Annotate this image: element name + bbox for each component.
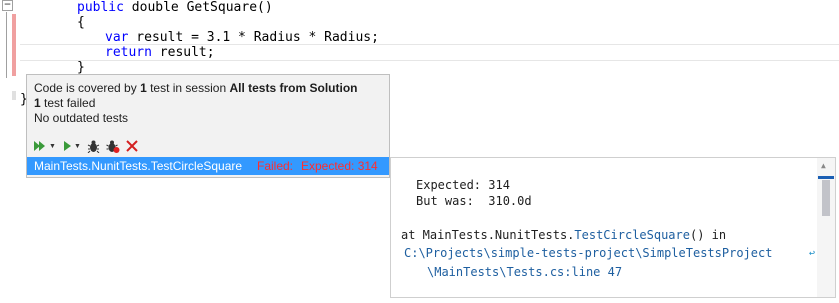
popup-toolbar: ▼ ▼: [33, 138, 144, 154]
outdated-summary: No outdated tests: [34, 111, 129, 125]
bug-failed-icon: [106, 140, 120, 153]
test-output-panel: Expected: 314 But was: 310.0d at MainTes…: [390, 157, 836, 298]
code-line: public double GetSquare(): [77, 0, 273, 15]
stack-trace-line: at MainTests.NunitTests.TestCircleSquare…: [401, 228, 727, 242]
debug-failed-button[interactable]: [106, 140, 120, 153]
code-line: {: [77, 15, 85, 30]
code-line: var result = 3.1 * Radius * Radius;: [105, 30, 379, 45]
file-path-link[interactable]: C:\Projects\simple-tests-project\SimpleT…: [404, 246, 772, 261]
chevron-down-icon[interactable]: ▼: [49, 143, 56, 150]
debug-button[interactable]: [87, 140, 100, 153]
run-icon: [63, 141, 71, 151]
test-name: MainTests.NunitTests.TestCircleSquare: [34, 159, 243, 173]
chevron-down-icon[interactable]: ▼: [74, 143, 81, 150]
test-result-row[interactable]: MainTests.NunitTests.TestCircleSquare Fa…: [27, 157, 389, 175]
failure-message: Expected: 314: [301, 159, 378, 173]
method-link[interactable]: TestCircleSquare: [574, 228, 690, 242]
coverage-summary: Code is covered by 1 test in session All…: [34, 81, 358, 95]
run-all-icon: [34, 141, 45, 151]
scroll-thumb[interactable]: [822, 180, 830, 216]
file-path-link-continued[interactable]: \MainTests\Tests.cs:line 47: [427, 265, 622, 280]
expected-line: Expected: 314: [416, 178, 510, 192]
coverage-info: Code is covered by 1 test in session All…: [27, 75, 389, 126]
failed-summary: 1 test failed: [34, 96, 96, 110]
gutter-marker: [12, 91, 16, 100]
coverage-marker[interactable]: [12, 14, 16, 76]
fold-guide: [6, 12, 7, 78]
word-wrap-icon: ↩: [808, 248, 815, 259]
vertical-scrollbar[interactable]: ▲: [817, 158, 835, 297]
but-was-line: But was: 310.0d: [416, 194, 532, 208]
test-coverage-popup: Code is covered by 1 test in session All…: [26, 74, 390, 178]
scroll-position-marker: [818, 176, 834, 179]
status-badge: Failed:: [257, 159, 294, 173]
collapse-toggle-icon[interactable]: −: [2, 0, 13, 11]
code-line: return result;: [105, 45, 215, 60]
bug-icon: [87, 140, 100, 153]
run-all-button[interactable]: ▼: [33, 140, 56, 152]
scroll-up-icon[interactable]: ▲: [821, 161, 826, 170]
close-icon: [126, 140, 138, 152]
close-button[interactable]: [126, 140, 138, 152]
run-button[interactable]: ▼: [62, 140, 81, 152]
